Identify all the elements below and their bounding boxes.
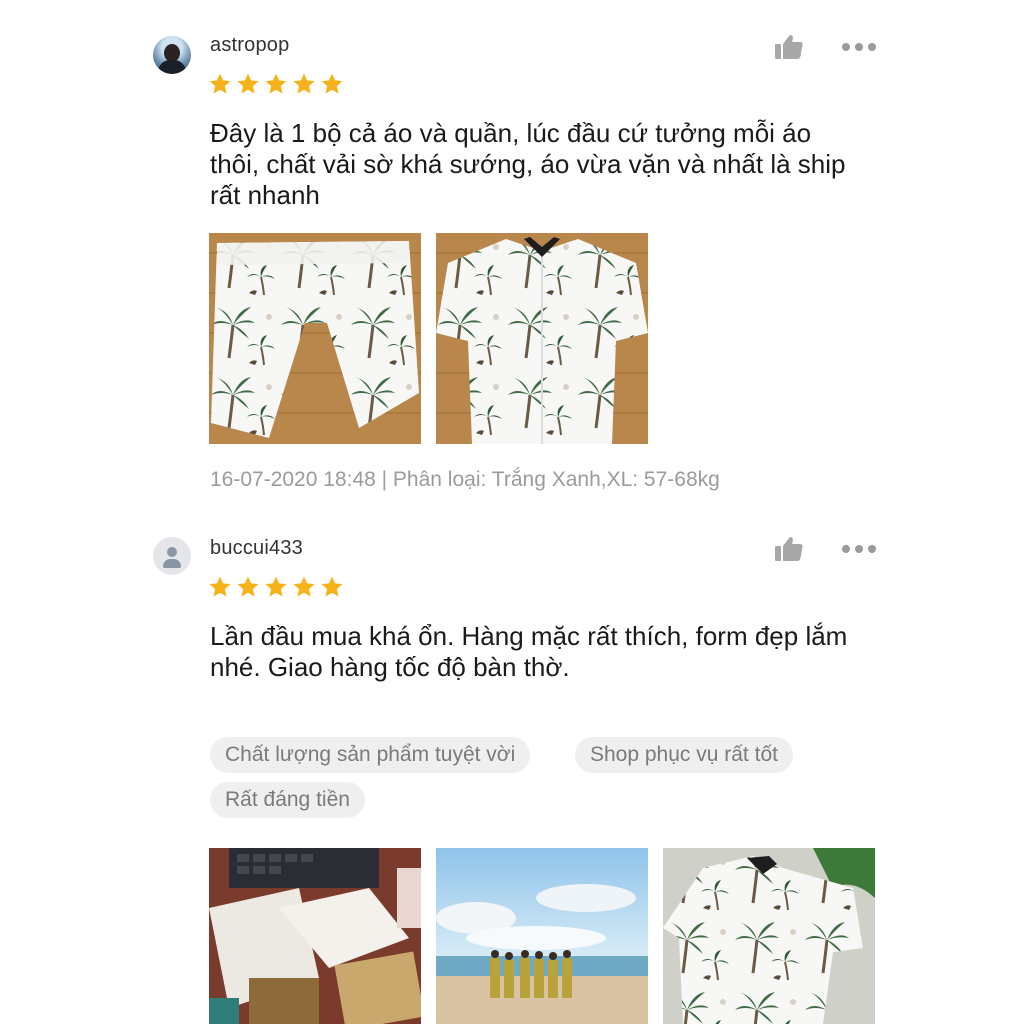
- star-icon: [264, 72, 288, 96]
- review-text-line: nhé. Giao hàng tốc độ bàn thờ.: [210, 652, 570, 682]
- palm-print-shirt-photo[interactable]: [436, 233, 648, 444]
- packages-photo[interactable]: [209, 848, 421, 1024]
- review-text-line: Đây là 1 bộ cả áo và quần, lúc đầu cứ tư…: [210, 118, 812, 148]
- review-tag: Chất lượng sản phẩm tuyệt vời: [210, 737, 531, 773]
- review-text-line: rất nhanh: [210, 180, 320, 210]
- palm-print-shirt-photo[interactable]: [663, 848, 875, 1024]
- star-icon: [208, 575, 232, 599]
- review-text-line: Lần đầu mua khá ổn. Hàng mặc rất thích, …: [210, 621, 848, 651]
- review-tag: Shop phục vụ rất tốt: [575, 737, 793, 773]
- star-icon: [292, 575, 316, 599]
- user-placeholder-icon: [167, 547, 177, 557]
- user-placeholder-body: [163, 559, 181, 568]
- rating-stars: [208, 72, 344, 96]
- more-options-icon[interactable]: [842, 544, 876, 554]
- star-icon: [292, 72, 316, 96]
- review-tag: Rất đáng tiền: [210, 782, 365, 818]
- star-icon: [320, 575, 344, 599]
- star-icon: [320, 72, 344, 96]
- review-text-line: thôi, chất vải sờ khá sướng, áo vừa vặn …: [210, 149, 846, 179]
- review-meta: 16-07-2020 18:48 | Phân loại: Trắng Xanh…: [210, 468, 720, 491]
- rating-stars: [208, 575, 344, 599]
- star-icon: [264, 575, 288, 599]
- more-options-icon[interactable]: [842, 42, 876, 52]
- reviewer-avatar[interactable]: [153, 36, 191, 74]
- thumbs-up-icon[interactable]: [774, 34, 804, 60]
- review-text: Lần đầu mua khá ổn. Hàng mặc rất thích, …: [210, 621, 890, 683]
- beach-group-photo[interactable]: [436, 848, 648, 1024]
- reviewer-username[interactable]: astropop: [210, 34, 289, 57]
- palm-print-shorts-photo[interactable]: [209, 233, 421, 444]
- star-icon: [236, 72, 260, 96]
- reviewer-avatar[interactable]: [153, 537, 191, 575]
- star-icon: [208, 72, 232, 96]
- reviewer-username[interactable]: buccui433: [210, 537, 303, 560]
- thumbs-up-icon[interactable]: [774, 536, 804, 562]
- avatar-shoulders: [158, 60, 186, 74]
- star-icon: [236, 575, 260, 599]
- review-text: Đây là 1 bộ cả áo và quần, lúc đầu cứ tư…: [210, 118, 890, 211]
